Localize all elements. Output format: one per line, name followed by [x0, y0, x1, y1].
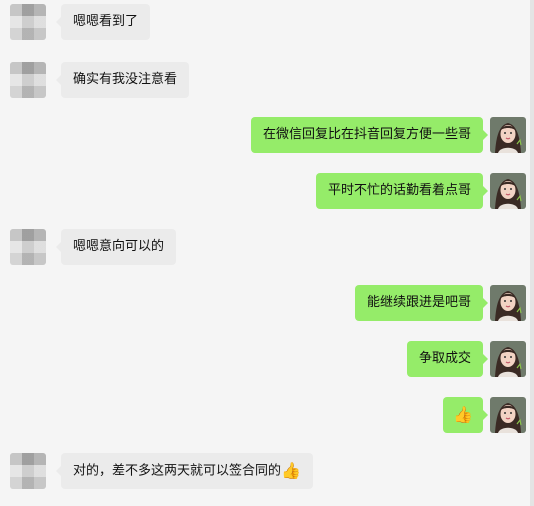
contact-avatar[interactable]: [10, 453, 46, 489]
portrait-avatar-icon: [490, 397, 526, 433]
my-avatar[interactable]: [490, 173, 526, 209]
message-row: 👍: [0, 397, 530, 433]
message-row: 争取成交: [0, 341, 530, 377]
outgoing-message-bubble[interactable]: 在微信回复比在抖音回复方便一些哥: [250, 117, 489, 153]
incoming-message-bubble[interactable]: 嗯嗯意向可以的: [55, 229, 177, 265]
my-avatar[interactable]: [490, 341, 526, 377]
message-text: 在微信回复比在抖音回复方便一些哥: [262, 127, 471, 142]
thumbs-up-icon: 👍: [281, 461, 301, 480]
contact-avatar[interactable]: [10, 4, 46, 40]
incoming-message-bubble[interactable]: 嗯嗯看到了: [55, 4, 151, 40]
message-text: 平时不忙的话勤看着点哥: [327, 183, 471, 198]
outgoing-message-bubble[interactable]: 争取成交: [406, 341, 489, 377]
outgoing-message-bubble[interactable]: 能继续跟进是吧哥: [354, 285, 489, 321]
portrait-avatar-icon: [490, 173, 526, 209]
outgoing-message-bubble[interactable]: 👍: [443, 397, 488, 433]
my-avatar[interactable]: [490, 397, 526, 433]
my-avatar[interactable]: [490, 285, 526, 321]
incoming-message-bubble[interactable]: 对的，差不多这两天就可以签合同的👍: [56, 453, 313, 489]
message-row: 嗯嗯意向可以的: [0, 229, 530, 265]
message-text: 嗯嗯看到了: [73, 14, 139, 29]
blurred-avatar-icon: [10, 62, 46, 98]
message-text: 争取成交: [418, 351, 471, 366]
message-text: 对的，差不多这两天就可以签合同的: [73, 463, 282, 479]
message-row: 平时不忙的话勤看着点哥: [0, 173, 530, 209]
incoming-message-bubble[interactable]: 确实有我没注意看: [55, 62, 190, 98]
blurred-avatar-icon: [10, 229, 46, 265]
message-row: 确实有我没注意看: [0, 62, 530, 98]
contact-avatar[interactable]: [10, 62, 46, 98]
thumbs-up-icon: 👍: [453, 405, 473, 424]
blurred-avatar-icon: [10, 453, 46, 489]
message-row: 嗯嗯看到了: [0, 0, 530, 40]
message-row: 在微信回复比在抖音回复方便一些哥: [0, 117, 530, 153]
contact-avatar[interactable]: [10, 229, 46, 265]
portrait-avatar-icon: [490, 285, 526, 321]
message-text: 确实有我没注意看: [73, 72, 178, 87]
my-avatar[interactable]: [490, 117, 526, 153]
portrait-avatar-icon: [490, 341, 526, 377]
blurred-avatar-icon: [10, 4, 46, 40]
message-text: 能继续跟进是吧哥: [366, 295, 471, 310]
portrait-avatar-icon: [490, 117, 526, 153]
right-edge-strip: [530, 0, 534, 506]
message-text: 嗯嗯意向可以的: [73, 239, 165, 254]
message-row: 能继续跟进是吧哥: [0, 285, 530, 321]
outgoing-message-bubble[interactable]: 平时不忙的话勤看着点哥: [315, 173, 489, 209]
message-row: 对的，差不多这两天就可以签合同的👍: [0, 453, 530, 489]
